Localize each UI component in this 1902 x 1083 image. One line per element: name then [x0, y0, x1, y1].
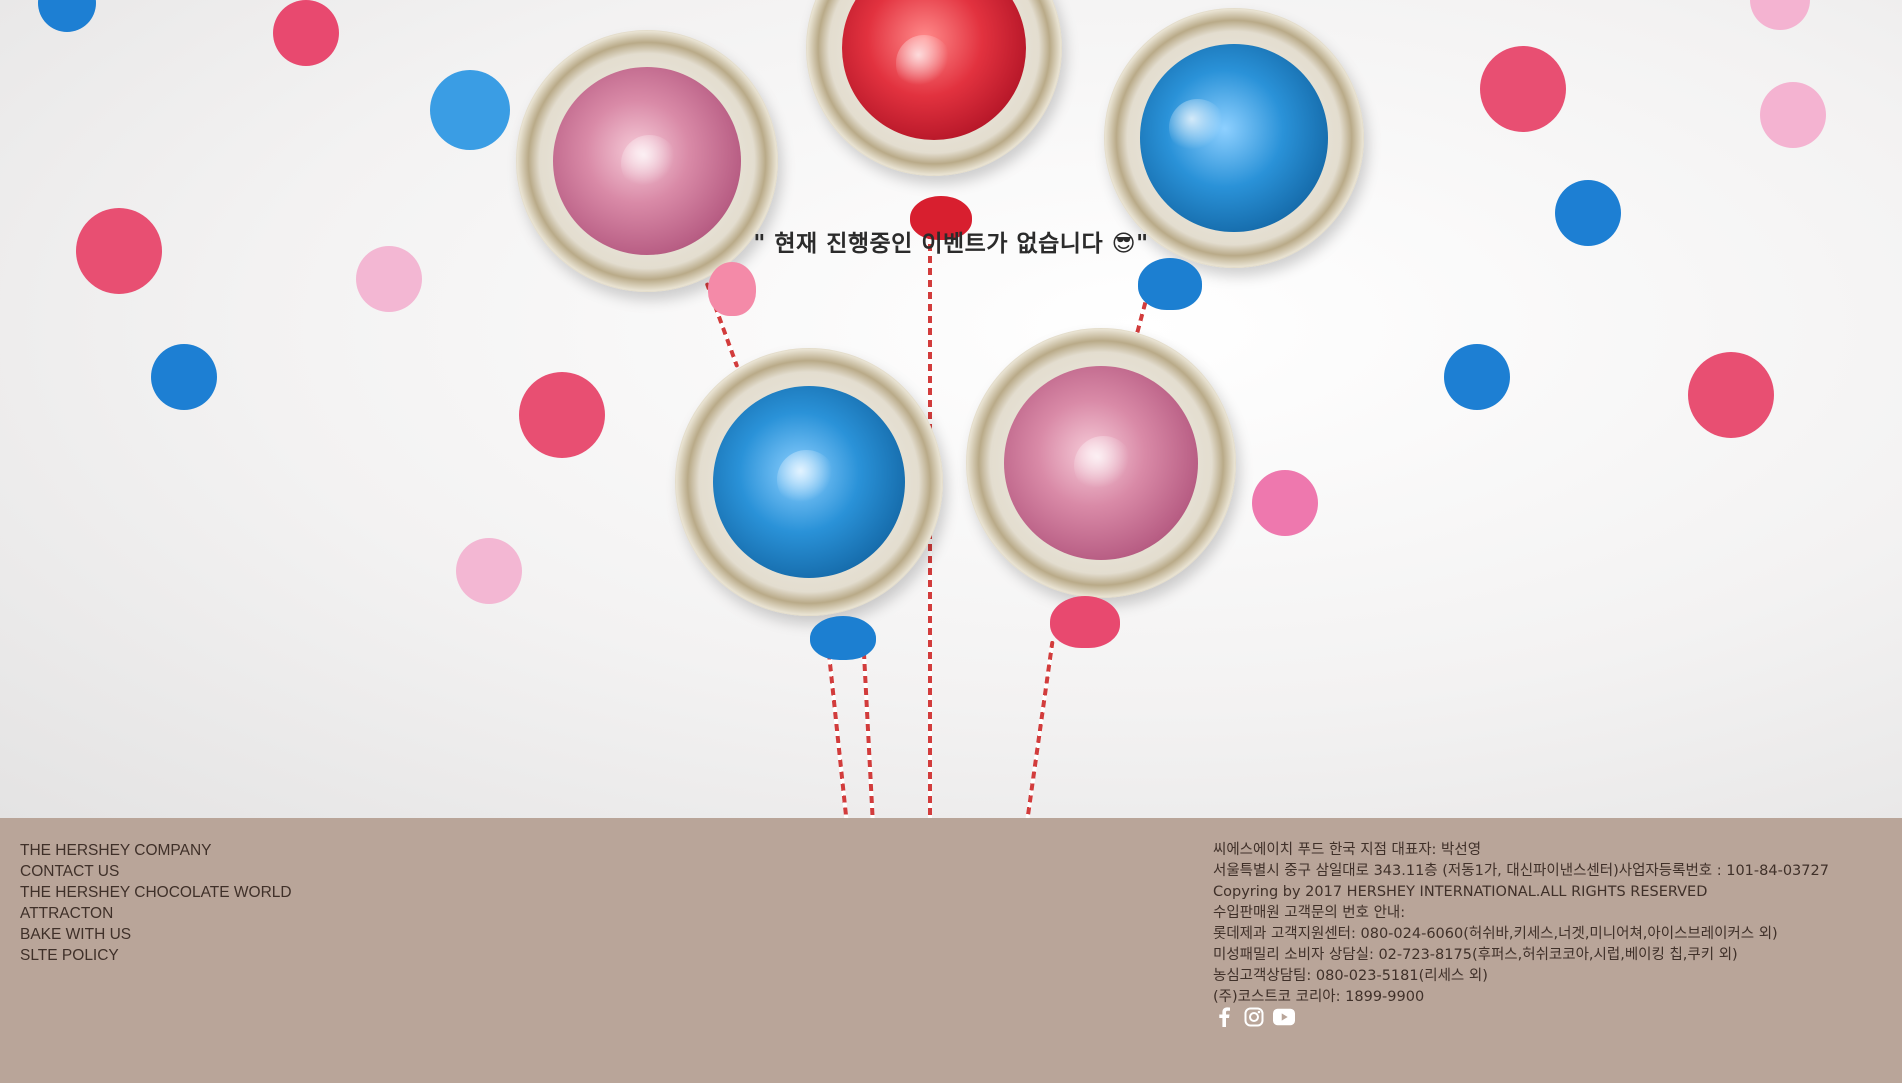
- confetti-dot: [38, 0, 96, 32]
- balloon-string: [1025, 640, 1055, 818]
- company-address: 서울특별시 중구 삼일대로 343.11층 (저동1가, 대신파이낸스센터)사업…: [1213, 863, 1829, 879]
- confetti-dot: [1750, 0, 1810, 30]
- importer-contact-misung: 미성패밀리 소비자 상담실: 02-723-8175(후퍼스,허쉬코코아,시럽,…: [1213, 947, 1738, 963]
- footer-link-contact-us[interactable]: CONTACT US: [20, 861, 292, 882]
- confetti-dot: [1480, 46, 1566, 132]
- balloon-knot: [1050, 596, 1120, 648]
- blue-kisses-candies: [1140, 44, 1328, 232]
- confetti-dot: [151, 344, 217, 410]
- youtube-icon[interactable]: [1273, 1006, 1295, 1028]
- kisses-jar-pink: [966, 328, 1236, 598]
- balloon-string: [861, 640, 875, 818]
- importer-contact-heading: 수입판매원 고객문의 번호 안내:: [1213, 905, 1406, 921]
- confetti-dot: [1252, 470, 1318, 536]
- balloon-string: [825, 640, 849, 818]
- footer-link-bake-with-us[interactable]: BAKE WITH US: [20, 924, 292, 945]
- balloon-knot: [708, 262, 756, 316]
- confetti-dot: [430, 70, 510, 150]
- kisses-jar-blue: [675, 348, 943, 616]
- company-info: 씨에스에이치 푸드 한국 지점 대표자: 박선영 서울특별시 중구 삼일대로 3…: [1213, 840, 1893, 1008]
- copyright: Copyring by 2017 HERSHEY INTERNATIONAL.A…: [1213, 884, 1708, 900]
- balloon-knot: [1138, 258, 1202, 310]
- confetti-dot: [273, 0, 339, 66]
- confetti-dot: [519, 372, 605, 458]
- balloon-knot: [810, 616, 876, 660]
- footer-nav: THE HERSHEY COMPANY CONTACT US THE HERSH…: [20, 840, 292, 966]
- site-footer: THE HERSHEY COMPANY CONTACT US THE HERSH…: [0, 818, 1902, 1083]
- confetti-dot: [456, 538, 522, 604]
- footer-link-site-policy[interactable]: SLTE POLICY: [20, 945, 292, 966]
- importer-contact-nongshim: 농심고객상담팀: 080-023-5181(리세스 외): [1213, 968, 1488, 984]
- no-events-message: " 현재 진행중인 이벤트가 없습니다 😎": [753, 231, 1149, 257]
- footer-link-hershey-company[interactable]: THE HERSHEY COMPANY: [20, 840, 292, 861]
- hero-banner: " 현재 진행중인 이벤트가 없습니다 😎": [0, 0, 1902, 818]
- confetti-dot: [1444, 344, 1510, 410]
- facebook-icon[interactable]: [1213, 1006, 1235, 1028]
- kisses-jar-red: [806, 0, 1062, 176]
- instagram-icon[interactable]: [1243, 1006, 1265, 1028]
- social-links: [1213, 1006, 1295, 1028]
- importer-contact-costco: (주)코스트코 코리아: 1899-9900: [1213, 989, 1425, 1005]
- footer-link-attraction[interactable]: ATTRACTON: [20, 903, 292, 924]
- importer-contact-lotte: 롯데제과 고객지원센터: 080-024-6060(허쉬바,키세스,너겟,미니어…: [1213, 926, 1778, 942]
- confetti-dot: [1760, 82, 1826, 148]
- footer-link-chocolate-world[interactable]: THE HERSHEY CHOCOLATE WORLD: [20, 882, 292, 903]
- confetti-dot: [1688, 352, 1774, 438]
- company-representative: 씨에스에이치 푸드 한국 지점 대표자: 박선영: [1213, 842, 1482, 858]
